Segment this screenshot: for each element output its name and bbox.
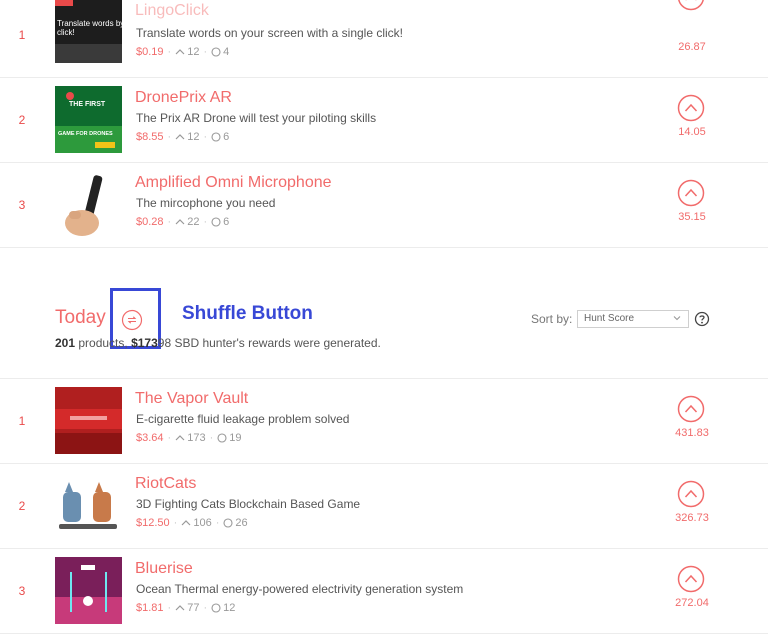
comment-icon [211, 47, 221, 57]
product-count: 201 [55, 336, 76, 350]
product-description: 3D Fighting Cats Blockchain Based Game [136, 497, 361, 511]
comment-count: 6 [223, 216, 230, 228]
product-meta: $3.64 · 173 · 19 [136, 432, 242, 444]
comment-icon [211, 132, 221, 142]
comment-icon [217, 433, 227, 443]
comment-count: 12 [223, 602, 236, 614]
section-title: Today [55, 307, 106, 328]
upvote-count: 173 [187, 432, 206, 444]
product-title[interactable]: The Vapor Vault [135, 390, 248, 408]
rank-number: 1 [18, 28, 26, 42]
payout-price: $12.50 [136, 517, 170, 529]
product-title[interactable]: LingoClick [135, 2, 209, 20]
upvote-icon [181, 520, 191, 526]
product-description: The mircophone you need [136, 196, 276, 210]
upvote-button[interactable] [677, 565, 705, 593]
rank-number: 2 [18, 113, 26, 127]
list-item[interactable]: 1 Translate words by m click! LingoClick… [0, 0, 768, 78]
upvote-count: 77 [187, 602, 200, 614]
product-meta: $8.55 · 12 · 6 [136, 131, 230, 143]
payout-price: $3.64 [136, 432, 164, 444]
product-meta: $0.19 · 12 · 4 [136, 46, 230, 58]
product-meta: $12.50 · 106 · 26 [136, 517, 248, 529]
product-title[interactable]: RiotCats [135, 475, 196, 493]
upvote-icon [175, 435, 185, 441]
comment-count: 4 [223, 46, 230, 58]
svg-text:Translate words by m: Translate words by m [57, 19, 122, 28]
hunt-score: 326.73 [675, 512, 709, 524]
hunt-score: 431.83 [675, 427, 709, 439]
list-item[interactable]: 1 The Vapor Vault E-cigarette fluid leak… [0, 379, 768, 464]
svg-text:GAME FOR DRONES: GAME FOR DRONES [58, 131, 113, 137]
comment-count: 19 [229, 432, 242, 444]
upvote-button[interactable] [677, 179, 705, 207]
sort-selected-value: Hunt Score [584, 313, 635, 324]
rewards-summary: 201 products, $17398 SBD hunter's reward… [55, 336, 381, 350]
help-icon[interactable] [694, 311, 710, 327]
comment-icon [211, 603, 221, 613]
product-description: The Prix AR Drone will test your pilotin… [136, 111, 377, 125]
upvote-button[interactable] [677, 395, 705, 423]
product-title[interactable]: Amplified Omni Microphone [135, 174, 332, 192]
comment-icon [223, 518, 233, 528]
product-description: E-cigarette fluid leakage problem solved [136, 412, 350, 426]
hunt-score: 26.87 [678, 41, 706, 53]
svg-text:THE FIRST: THE FIRST [69, 101, 106, 108]
product-thumbnail[interactable]: Translate words by m click! [55, 0, 122, 63]
product-thumbnail[interactable] [55, 557, 122, 624]
product-thumbnail[interactable] [55, 472, 122, 539]
upvote-count: 12 [187, 131, 200, 143]
product-description: Translate words on your screen with a si… [136, 26, 403, 40]
list-item[interactable]: 2 THE FIRST GAME FOR DRONES DronePrix AR… [0, 78, 768, 163]
list-item[interactable]: 3 Amplified Omni Microphone The mircopho… [0, 163, 768, 248]
product-description: Ocean Thermal energy-powered electrivity… [136, 582, 464, 596]
product-thumbnail[interactable]: THE FIRST GAME FOR DRONES [55, 86, 122, 153]
upvote-icon [175, 605, 185, 611]
upvote-count: 22 [187, 216, 200, 228]
rank-number: 3 [18, 584, 26, 598]
upvote-count: 106 [193, 517, 212, 529]
product-meta: $1.81 · 77 · 12 [136, 602, 236, 614]
hunt-score: 35.15 [678, 211, 706, 223]
chevron-down-icon [673, 316, 681, 321]
payout-price: $8.55 [136, 131, 164, 143]
svg-text:click!: click! [57, 28, 75, 37]
upvote-button[interactable] [677, 94, 705, 122]
comment-count: 6 [223, 131, 230, 143]
payout-price: $1.81 [136, 602, 164, 614]
rank-number: 3 [18, 198, 26, 212]
rank-number: 2 [18, 499, 26, 513]
upvote-button[interactable] [677, 0, 705, 11]
upvote-button[interactable] [677, 480, 705, 508]
product-thumbnail[interactable] [55, 171, 122, 238]
product-thumbnail[interactable] [55, 387, 122, 454]
sort-label: Sort by: [531, 312, 573, 326]
comment-count: 26 [235, 517, 248, 529]
upvote-icon [175, 219, 185, 225]
shuffle-annotation-label: Shuffle Button [182, 303, 313, 324]
product-title[interactable]: Bluerise [135, 560, 193, 578]
hunt-score: 272.04 [675, 597, 709, 609]
upvote-count: 12 [187, 46, 200, 58]
payout-price: $0.28 [136, 216, 164, 228]
comment-icon [211, 217, 221, 227]
product-meta: $0.28 · 22 · 6 [136, 216, 230, 228]
hunt-score: 14.05 [678, 126, 706, 138]
rank-number: 1 [18, 414, 26, 428]
list-item[interactable]: 2 RiotCats 3D Fighting Cats Blockchain B… [0, 464, 768, 549]
upvote-icon [175, 49, 185, 55]
sort-select[interactable]: Hunt Score [577, 310, 689, 328]
list-item[interactable]: 3 Bluerise Ocean Thermal energy-powered … [0, 549, 768, 634]
payout-price: $0.19 [136, 46, 164, 58]
upvote-icon [175, 134, 185, 140]
rewards-amount: $173 [131, 336, 158, 350]
product-title[interactable]: DronePrix AR [135, 89, 232, 107]
